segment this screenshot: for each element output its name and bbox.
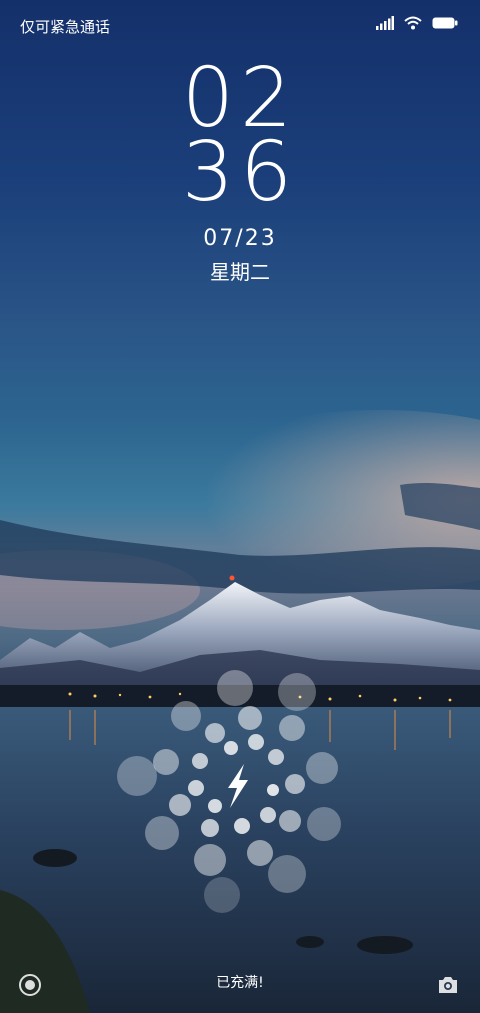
signal-icon [376, 16, 394, 30]
charge-dot [192, 753, 208, 769]
charge-dot [248, 734, 264, 750]
charge-dot [194, 844, 226, 876]
unlock-ring-icon[interactable] [18, 973, 42, 997]
charge-dot [205, 723, 225, 743]
charge-dot [117, 756, 157, 796]
charge-dot [238, 706, 262, 730]
charge-dot [260, 807, 276, 823]
charge-dot [201, 819, 219, 837]
charge-dot [145, 816, 179, 850]
charge-dot [208, 799, 222, 813]
charge-dot [268, 855, 306, 893]
charge-dot [169, 794, 191, 816]
charge-dot [153, 749, 179, 775]
charge-dot [217, 670, 253, 706]
charging-animation [117, 670, 341, 913]
charge-dot [224, 741, 238, 755]
charge-dot [267, 784, 279, 796]
charge-dot [188, 780, 204, 796]
charging-status: 已充满! [216, 975, 264, 991]
lockscreen-clock: 02 36 [0, 58, 480, 220]
charge-dot [234, 818, 250, 834]
charge-dot [171, 701, 201, 731]
charge-dot [279, 715, 305, 741]
charge-dot [279, 810, 301, 832]
charge-dot [268, 749, 284, 765]
weekday-text: 星期二 [210, 260, 270, 284]
camera-icon[interactable] [436, 973, 460, 997]
charge-dot [278, 673, 316, 711]
lightning-icon [228, 764, 248, 808]
battery-icon [432, 17, 458, 29]
charge-dot [247, 840, 273, 866]
charge-dot [204, 877, 240, 913]
status-bar: 仅可紧急通话 [0, 0, 480, 52]
charge-dot [306, 752, 338, 784]
wifi-icon [404, 16, 422, 30]
charge-dot [285, 774, 305, 794]
clock-minute: 36 [181, 125, 299, 220]
carrier-text: 仅可紧急通话 [20, 18, 111, 36]
date-text: 07/23 [203, 226, 277, 251]
charge-dot [307, 807, 341, 841]
status-icons [376, 16, 458, 30]
